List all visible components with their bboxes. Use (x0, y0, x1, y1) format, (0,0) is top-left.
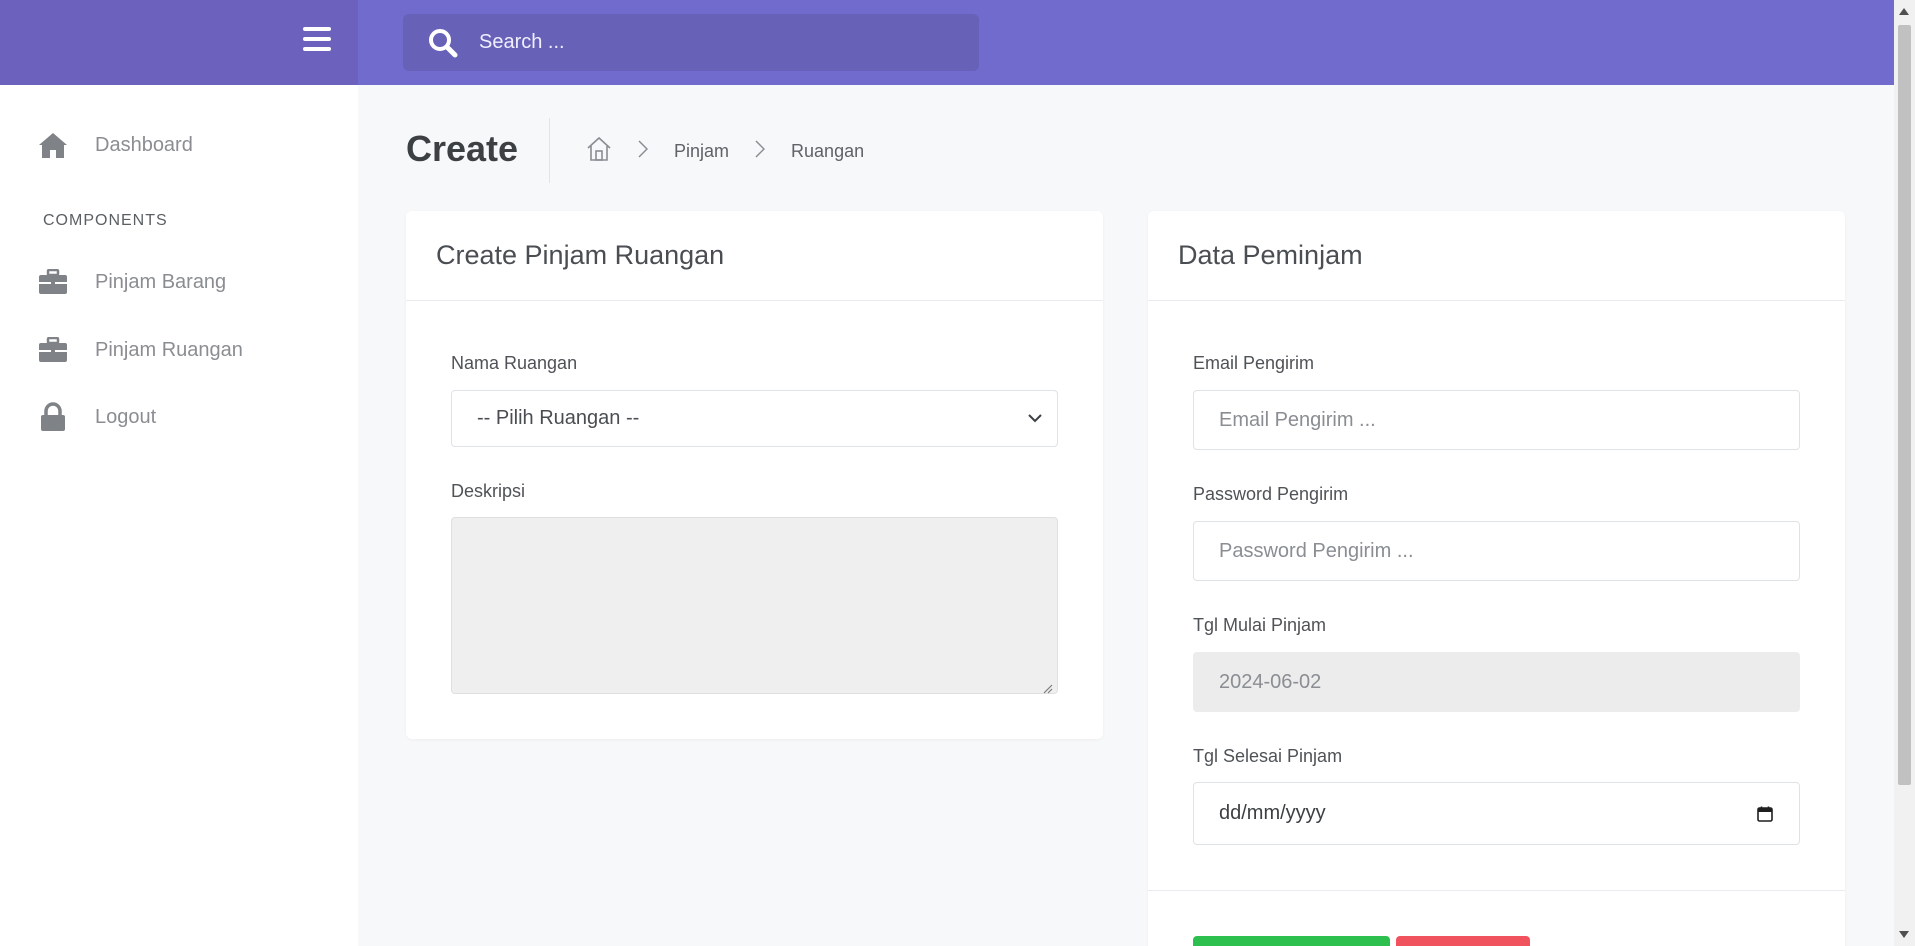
sidebar-item-pinjam-barang[interactable]: Pinjam Barang (38, 267, 226, 297)
sidebar-item-logout[interactable]: Logout (38, 402, 156, 432)
room-select-value: -- Pilih Ruangan -- (477, 407, 640, 429)
end-date-field[interactable]: dd/mm/yyyy (1193, 782, 1800, 845)
resize-handle-icon[interactable] (1041, 677, 1053, 694)
sidebar-section-heading: COMPONENTS (43, 212, 168, 229)
sidebar-item-dashboard[interactable]: Dashboard (38, 130, 193, 160)
sidebar-item-label: Pinjam Ruangan (95, 338, 243, 361)
brand-area (0, 0, 358, 85)
briefcase-icon (38, 335, 68, 365)
menu-toggle-icon[interactable] (303, 27, 331, 53)
start-date-label: Tgl Mulai Pinjam (1193, 615, 1327, 635)
sidebar-item-label: Logout (95, 405, 157, 428)
start-date-field (1193, 652, 1800, 712)
description-label: Deskripsi (451, 481, 526, 501)
scrollbar-thumb[interactable] (1898, 25, 1911, 785)
chevron-right-icon (638, 139, 649, 164)
password-field[interactable] (1193, 521, 1800, 581)
sidebar-item-pinjam-ruangan[interactable]: Pinjam Ruangan (38, 335, 243, 365)
sidebar-item-label: Pinjam Barang (95, 270, 227, 293)
top-navbar (0, 0, 1894, 85)
password-label: Password Pengirim (1193, 484, 1349, 504)
calendar-icon[interactable] (1757, 805, 1773, 822)
email-field[interactable] (1193, 390, 1800, 450)
page-title: Create (406, 128, 519, 169)
breadcrumb-item[interactable]: Ruangan (791, 141, 864, 162)
breadcrumb: Pinjam Ruangan (586, 136, 864, 167)
end-date-label: Tgl Selesai Pinjam (1193, 746, 1343, 766)
save-button[interactable] (1193, 936, 1390, 946)
description-textarea[interactable] (451, 517, 1058, 694)
briefcase-icon (38, 267, 68, 297)
chevron-right-icon (755, 139, 766, 164)
card-footer-divider (1148, 890, 1845, 891)
scroll-down-icon[interactable] (1899, 931, 1909, 938)
card-title: Data Peminjam (1148, 211, 1845, 301)
end-date-placeholder: dd/mm/yyyy (1219, 802, 1326, 824)
sidebar: Dashboard COMPONENTS Pinjam Barang Pinja… (0, 85, 358, 946)
chevron-down-icon (1027, 409, 1043, 435)
room-label: Nama Ruangan (451, 353, 578, 373)
home-icon (38, 130, 68, 160)
room-select[interactable]: -- Pilih Ruangan -- (451, 390, 1058, 447)
lock-icon (38, 402, 68, 432)
create-form-card: Create Pinjam Ruangan Nama Ruangan -- Pi… (406, 211, 1103, 739)
breadcrumb-home-icon[interactable] (586, 136, 612, 167)
sidebar-item-label: Dashboard (95, 133, 193, 156)
breadcrumb-item[interactable]: Pinjam (674, 141, 729, 162)
page-scrollbar[interactable] (1894, 0, 1915, 946)
title-divider (549, 118, 550, 183)
search-bar[interactable] (403, 14, 979, 71)
email-label: Email Pengirim (1193, 353, 1315, 373)
cancel-button[interactable] (1396, 936, 1530, 946)
borrower-data-card: Data Peminjam Email Pengirim Password Pe… (1148, 211, 1845, 946)
search-input[interactable] (479, 31, 959, 54)
search-icon[interactable] (427, 27, 459, 59)
card-title: Create Pinjam Ruangan (406, 211, 1103, 301)
scroll-up-icon[interactable] (1899, 8, 1909, 15)
